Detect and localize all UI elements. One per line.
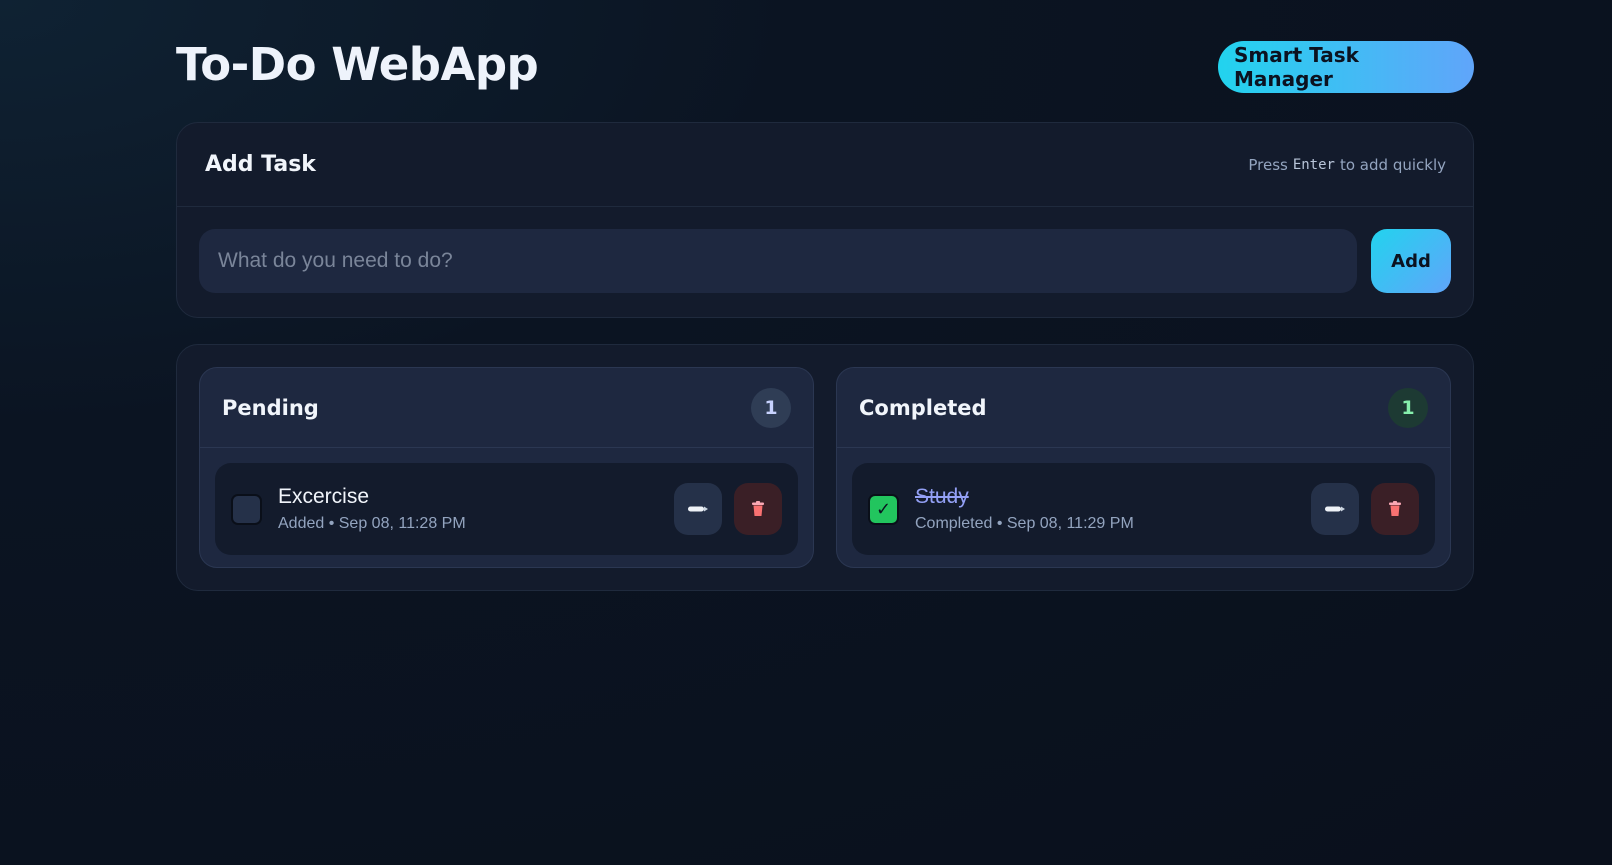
task-board: Pending 1 Excercise Added • Sep 08, 11:2… bbox=[176, 344, 1474, 591]
task-meta: Added • Sep 08, 11:28 PM bbox=[278, 515, 466, 532]
pending-title: Pending bbox=[222, 395, 319, 420]
task-text: Excercise Added • Sep 08, 11:28 PM bbox=[278, 485, 674, 533]
add-task-header: Add Task Press Enter to add quickly bbox=[177, 123, 1473, 207]
hint-prefix: Press bbox=[1248, 155, 1288, 174]
task-actions bbox=[1311, 483, 1419, 535]
task-input[interactable] bbox=[199, 229, 1357, 293]
delete-button[interactable] bbox=[1371, 483, 1419, 535]
completed-count-badge: 1 bbox=[1388, 387, 1428, 428]
task-name: Study bbox=[915, 485, 969, 508]
pending-header: Pending 1 bbox=[200, 368, 813, 448]
pencil-icon bbox=[688, 506, 708, 512]
completed-column: Completed 1 ✓ Study Completed • Sep 08, … bbox=[836, 367, 1451, 568]
app-container: To-Do WebApp Smart Task Manager Add Task… bbox=[176, 0, 1474, 591]
completed-header: Completed 1 bbox=[837, 368, 1450, 448]
task-meta: Completed • Sep 08, 11:29 PM bbox=[915, 515, 1134, 532]
add-task-title: Add Task bbox=[205, 152, 316, 177]
check-icon: ✓ bbox=[875, 498, 892, 520]
app-header: To-Do WebApp Smart Task Manager bbox=[176, 0, 1474, 122]
delete-button[interactable] bbox=[734, 483, 782, 535]
brand-badge: Smart Task Manager bbox=[1218, 41, 1474, 93]
enter-hint: Press Enter to add quickly bbox=[1248, 156, 1446, 174]
task-actions bbox=[674, 483, 782, 535]
pending-count-badge: 1 bbox=[751, 387, 791, 428]
add-task-row: Add bbox=[177, 207, 1473, 293]
pending-column: Pending 1 Excercise Added • Sep 08, 11:2… bbox=[199, 367, 814, 568]
hint-key: Enter bbox=[1292, 156, 1335, 173]
task-item: Excercise Added • Sep 08, 11:28 PM bbox=[215, 463, 798, 555]
app-title: To-Do WebApp bbox=[176, 38, 539, 91]
edit-button[interactable] bbox=[674, 483, 722, 535]
add-task-card: Add Task Press Enter to add quickly Add bbox=[176, 122, 1474, 318]
trash-icon bbox=[752, 501, 764, 516]
add-button[interactable]: Add bbox=[1371, 229, 1451, 293]
edit-button[interactable] bbox=[1311, 483, 1359, 535]
task-item: ✓ Study Completed • Sep 08, 11:29 PM bbox=[852, 463, 1435, 555]
task-text: Study Completed • Sep 08, 11:29 PM bbox=[915, 485, 1311, 533]
task-name: Excercise bbox=[278, 485, 370, 508]
hint-suffix: to add quickly bbox=[1339, 155, 1446, 174]
trash-icon bbox=[1389, 501, 1401, 516]
task-checkbox[interactable] bbox=[231, 493, 262, 525]
completed-title: Completed bbox=[859, 395, 987, 420]
pencil-icon bbox=[1325, 506, 1345, 512]
task-checkbox-checked[interactable]: ✓ bbox=[868, 493, 899, 525]
